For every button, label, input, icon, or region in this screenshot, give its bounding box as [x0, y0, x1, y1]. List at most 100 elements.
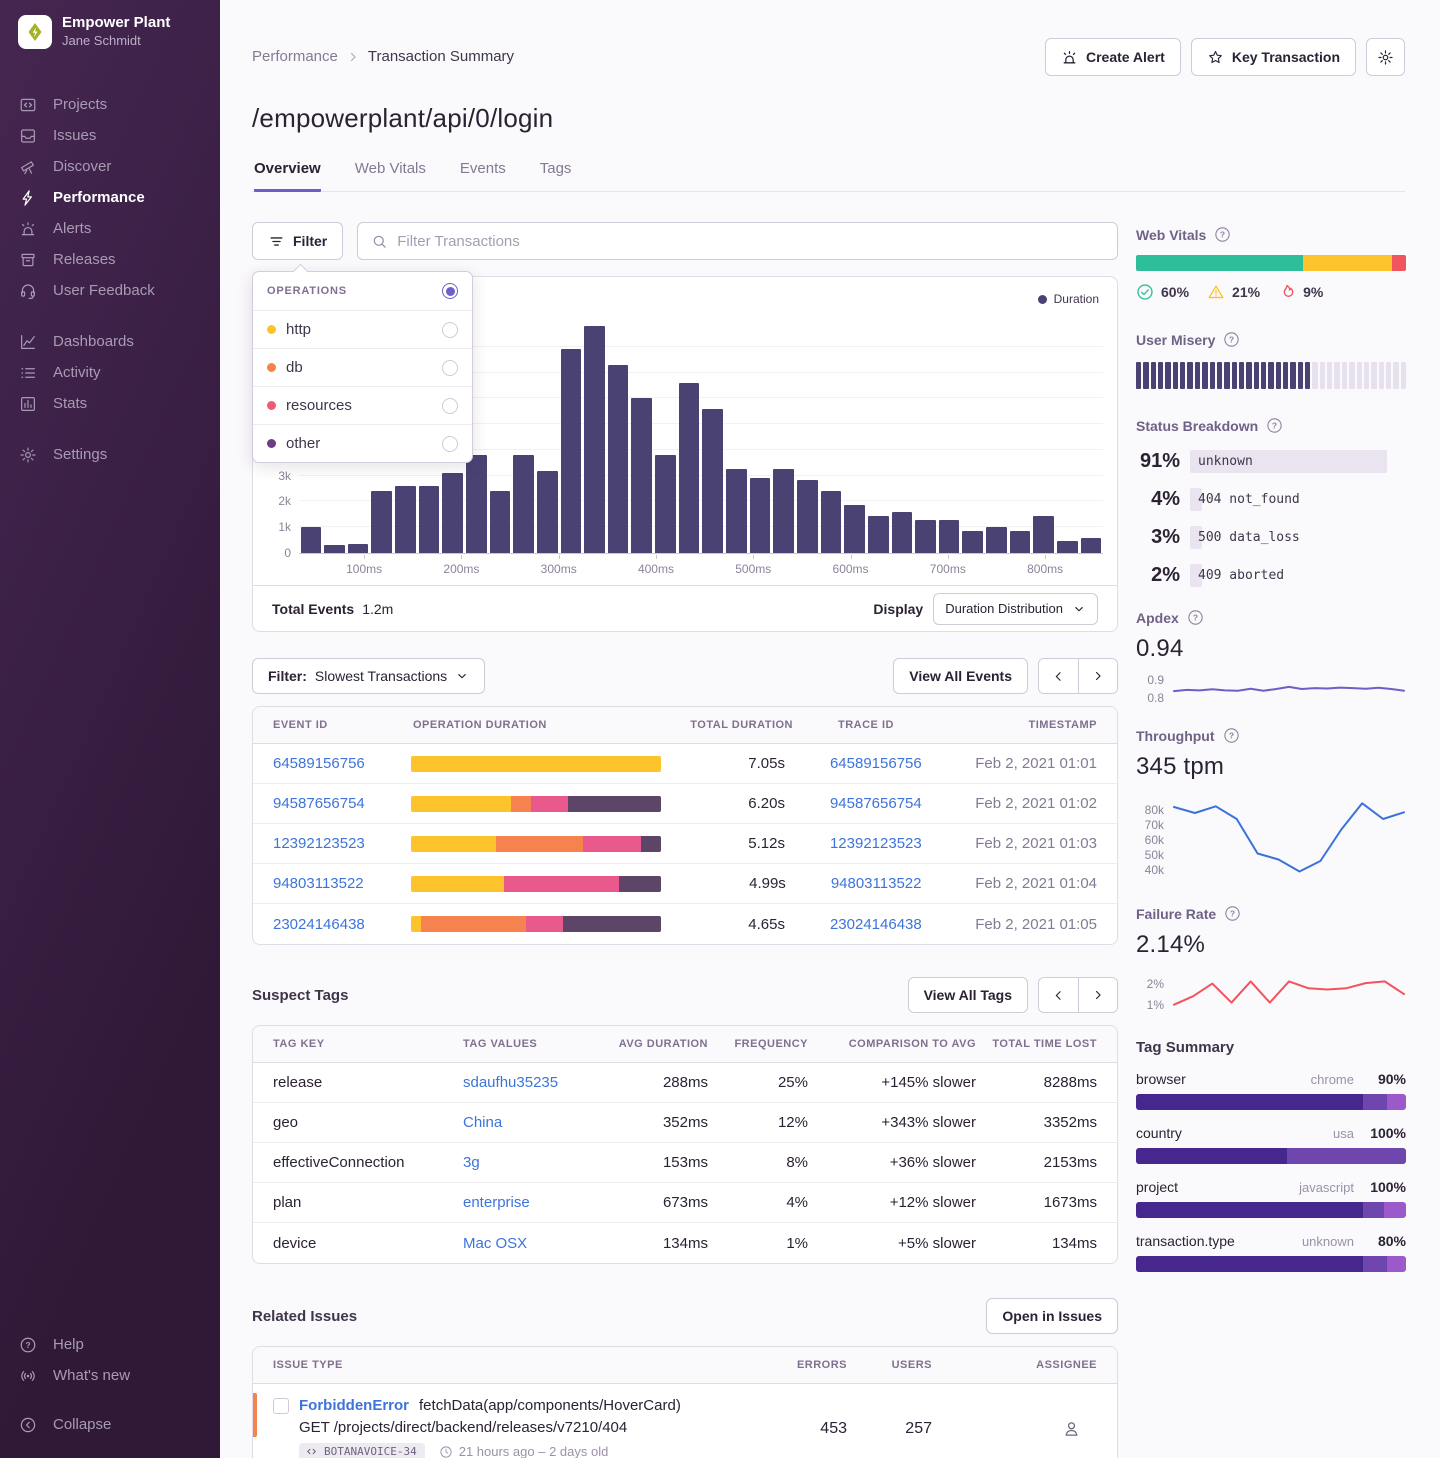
- tag-value-link[interactable]: China: [463, 1114, 502, 1131]
- operation-radio[interactable]: [442, 436, 458, 452]
- operations-all-radio[interactable]: [442, 283, 458, 299]
- trace-id-link[interactable]: 12392123523: [830, 835, 922, 852]
- events-next-button[interactable]: [1078, 659, 1117, 693]
- issue-type-link[interactable]: ForbiddenError: [299, 1397, 409, 1414]
- status-label: 409 aborted: [1198, 568, 1284, 583]
- display-select-value: Duration Distribution: [945, 601, 1063, 616]
- misery-tick: [1173, 362, 1178, 389]
- sparkline-y-label: 50k: [1145, 848, 1164, 862]
- trace-id-link[interactable]: 94587656754: [830, 795, 922, 812]
- sidebar-collapse[interactable]: Collapse: [0, 1409, 220, 1440]
- duration-segment: [568, 796, 661, 812]
- sidebar-item-stats[interactable]: Stats: [0, 388, 220, 419]
- sidebar-item-user-feedback[interactable]: User Feedback: [0, 275, 220, 306]
- misery-tick: [1305, 362, 1310, 389]
- tab-events[interactable]: Events: [460, 160, 506, 192]
- tab-overview[interactable]: Overview: [254, 160, 321, 192]
- sidebar-item-performance[interactable]: Performance: [0, 182, 220, 213]
- tag-value-link[interactable]: Mac OSX: [463, 1235, 527, 1252]
- breadcrumb-performance[interactable]: Performance: [252, 48, 338, 65]
- question-icon[interactable]: ?: [1223, 331, 1240, 348]
- sidebar-item-releases[interactable]: Releases: [0, 244, 220, 275]
- tag-summary-row: browserchrome90%: [1136, 1071, 1406, 1110]
- operation-label: other: [286, 435, 432, 452]
- question-icon[interactable]: ?: [1214, 226, 1231, 243]
- tab-tags[interactable]: Tags: [540, 160, 572, 192]
- page: Empower Plant Jane Schmidt ProjectsIssue…: [0, 0, 1440, 1458]
- event-id-link[interactable]: 12392123523: [273, 835, 365, 852]
- event-id-link[interactable]: 94803113522: [273, 875, 364, 892]
- display-select[interactable]: Duration Distribution: [933, 593, 1098, 625]
- tag-summary-percent: 80%: [1354, 1233, 1406, 1249]
- trace-id-link[interactable]: 64589156756: [830, 755, 922, 772]
- tag-frequency: 4%: [708, 1194, 808, 1211]
- question-icon[interactable]: ?: [1224, 905, 1241, 922]
- sidebar-item-projects[interactable]: Projects: [0, 89, 220, 120]
- sidebar-item-label: User Feedback: [53, 282, 155, 299]
- view-all-tags-button[interactable]: View All Tags: [908, 977, 1028, 1013]
- tag-value-link[interactable]: enterprise: [463, 1194, 530, 1211]
- question-icon[interactable]: ?: [1223, 727, 1240, 744]
- operation-radio[interactable]: [442, 322, 458, 338]
- suspect-tag-row: effectiveConnection3g153ms8%+36% slower2…: [253, 1143, 1117, 1183]
- event-id-link[interactable]: 23024146438: [273, 916, 365, 933]
- open-in-issues-button[interactable]: Open in Issues: [986, 1298, 1118, 1334]
- event-id-link[interactable]: 94587656754: [273, 795, 365, 812]
- operation-color-dot: [267, 363, 276, 372]
- issue-checkbox[interactable]: [273, 1398, 289, 1414]
- tab-web-vitals[interactable]: Web Vitals: [355, 160, 426, 192]
- trace-id-link[interactable]: 23024146438: [830, 916, 922, 933]
- event-id-link[interactable]: 64589156756: [273, 755, 365, 772]
- misery-tick: [1158, 362, 1163, 389]
- user-icon: [1062, 1419, 1081, 1438]
- sidebar-item-help[interactable]: ?Help: [0, 1329, 220, 1360]
- filter-button[interactable]: Filter: [252, 222, 343, 260]
- filter-button-label: Filter: [293, 233, 327, 249]
- question-icon[interactable]: ?: [1266, 417, 1283, 434]
- operation-radio[interactable]: [442, 360, 458, 376]
- operation-option-http[interactable]: http: [253, 310, 472, 348]
- question-icon[interactable]: ?: [1187, 609, 1204, 626]
- total-duration: 7.05s: [675, 755, 785, 772]
- issue-summary: fetchData(app/components/HoverCard): [419, 1397, 681, 1414]
- sidebar-item-discover[interactable]: Discover: [0, 151, 220, 182]
- search-input[interactable]: [397, 233, 1104, 250]
- sidebar-item-activity[interactable]: Activity: [0, 357, 220, 388]
- histogram-bar: [821, 491, 842, 553]
- sidebar-item-settings[interactable]: Settings: [0, 439, 220, 470]
- operation-option-db[interactable]: db: [253, 348, 472, 386]
- histogram-bar: [371, 491, 392, 553]
- tags-next-button[interactable]: [1078, 978, 1117, 1012]
- operation-option-resources[interactable]: resources: [253, 386, 472, 424]
- tag-avg-duration: 153ms: [613, 1154, 708, 1171]
- sidebar-item-dashboards[interactable]: Dashboards: [0, 326, 220, 357]
- filter-lines-icon: [268, 233, 285, 250]
- operation-radio[interactable]: [442, 398, 458, 414]
- events-filter-select[interactable]: Filter: Slowest Transactions: [252, 658, 485, 694]
- trace-id-link[interactable]: 94803113522: [831, 875, 922, 892]
- operations-dropdown: OPERATIONS httpdbresourcesother: [252, 271, 473, 463]
- misery-tick: [1239, 362, 1244, 389]
- create-alert-button[interactable]: Create Alert: [1045, 38, 1181, 76]
- tag-time-lost: 8288ms: [976, 1074, 1097, 1091]
- histogram-bar: [1010, 531, 1031, 553]
- key-transaction-button[interactable]: Key Transaction: [1191, 38, 1356, 76]
- web-vitals-segment: [1136, 255, 1303, 271]
- operation-option-other[interactable]: other: [253, 424, 472, 462]
- tag-summary-segment: [1363, 1202, 1385, 1218]
- issue-row: ForbiddenError fetchData(app/components/…: [253, 1384, 1117, 1458]
- events-prev-button[interactable]: [1039, 659, 1078, 693]
- tag-value-link[interactable]: 3g: [463, 1154, 480, 1171]
- misery-tick: [1393, 362, 1398, 389]
- tag-value-link[interactable]: sdaufhu35235: [463, 1074, 558, 1091]
- sidebar-item-issues[interactable]: Issues: [0, 120, 220, 151]
- assignee-button[interactable]: [932, 1419, 1097, 1438]
- sidebar-item-alerts[interactable]: Alerts: [0, 213, 220, 244]
- tag-key: effectiveConnection: [273, 1154, 463, 1171]
- settings-gear-button[interactable]: [1366, 38, 1405, 76]
- org-switcher[interactable]: Empower Plant Jane Schmidt: [0, 14, 220, 49]
- sidebar-item-what-s-new[interactable]: What's new: [0, 1360, 220, 1391]
- view-all-events-button[interactable]: View All Events: [893, 658, 1028, 694]
- tags-prev-button[interactable]: [1039, 978, 1078, 1012]
- misery-tick: [1254, 362, 1259, 389]
